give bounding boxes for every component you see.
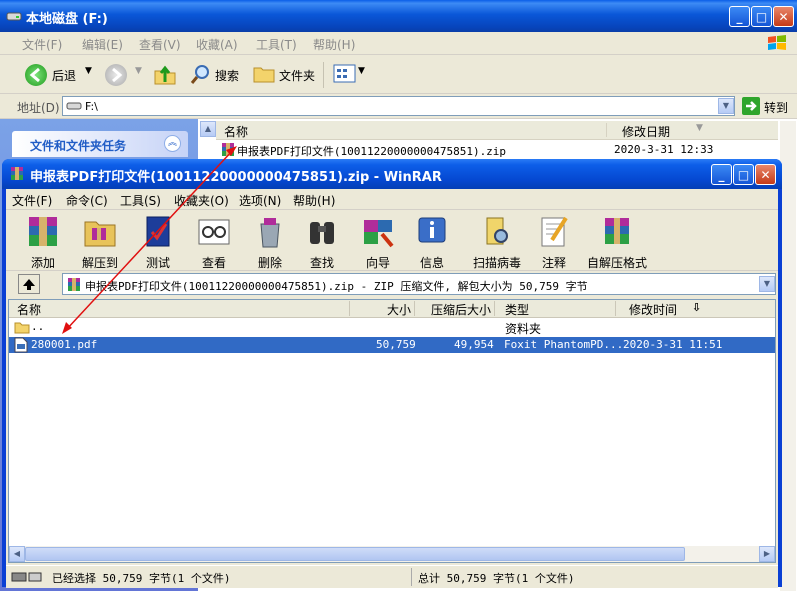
annotation-arrow — [62, 146, 237, 334]
